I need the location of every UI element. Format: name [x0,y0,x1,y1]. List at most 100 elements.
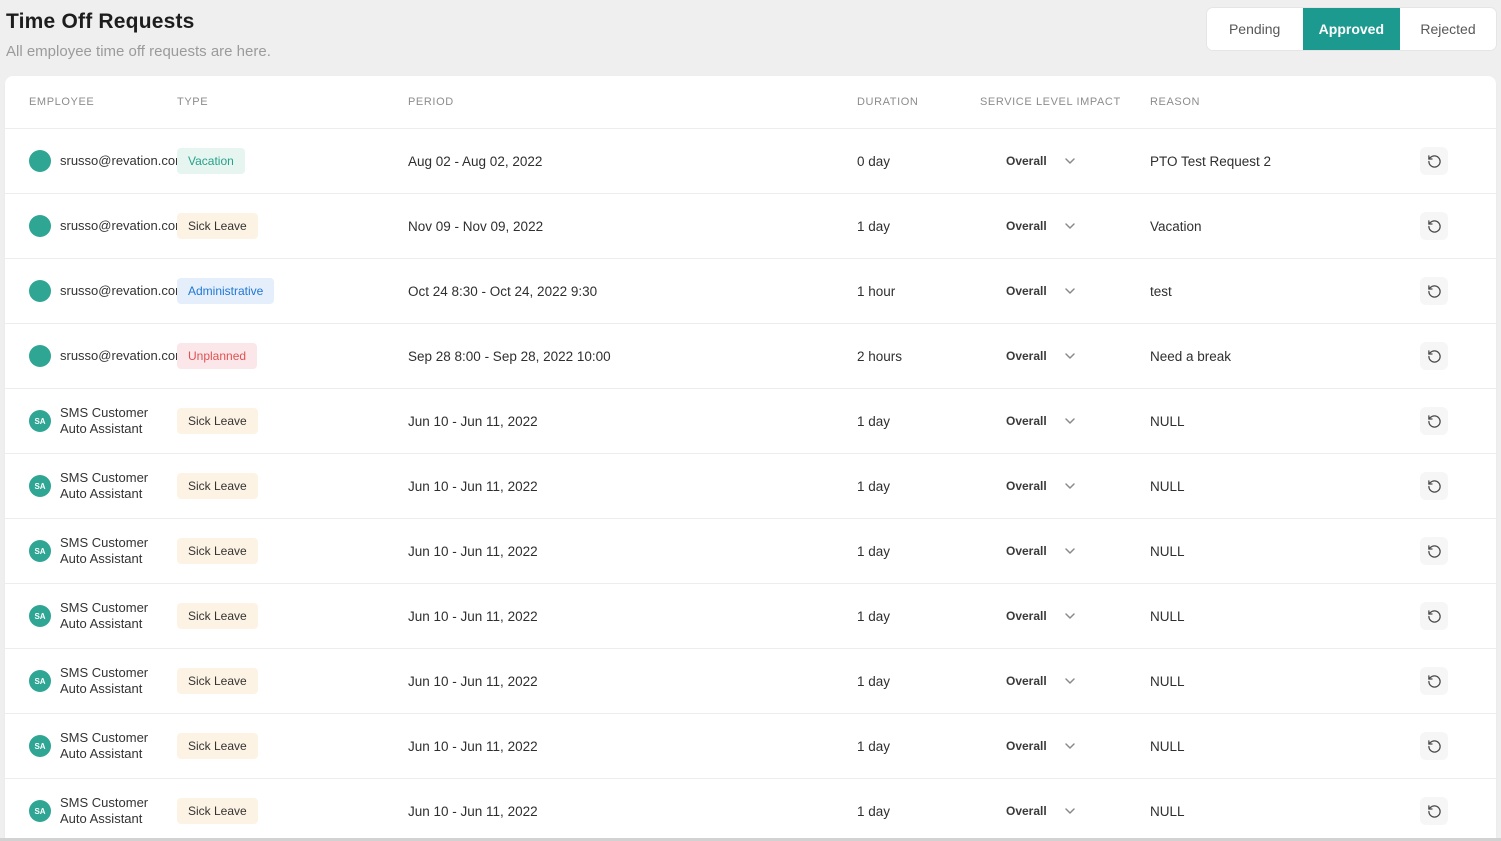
restore-icon [1427,804,1442,819]
action-cell [1410,212,1496,240]
restore-button[interactable] [1420,277,1448,305]
service-level-cell[interactable]: Overall [980,803,1150,819]
service-level-value[interactable]: Overall [1006,609,1047,623]
chevron-down-icon[interactable] [1062,218,1078,234]
restore-button[interactable] [1420,472,1448,500]
service-level-value[interactable]: Overall [1006,804,1047,818]
chevron-down-icon[interactable] [1062,283,1078,299]
service-level-value[interactable]: Overall [1006,284,1047,298]
service-level-value[interactable]: Overall [1006,219,1047,233]
period: Aug 02 - Aug 02, 2022 [408,153,543,169]
table-body: srusso@revation.com Vacation Aug 02 - Au… [5,128,1496,841]
column-header-type: TYPE [177,96,209,108]
tab-pending[interactable]: Pending [1206,8,1303,50]
action-cell [1410,602,1496,630]
chevron-down-icon[interactable] [1062,673,1078,689]
action-cell [1410,407,1496,435]
restore-button[interactable] [1420,667,1448,695]
type-cell: Sick Leave [177,538,408,564]
service-level-cell[interactable]: Overall [980,283,1150,299]
service-level-cell[interactable]: Overall [980,218,1150,234]
service-level-cell[interactable]: Overall [980,348,1150,364]
service-level-value[interactable]: Overall [1006,739,1047,753]
employee-cell: SA SMS Customer Auto Assistant [5,665,177,698]
restore-button[interactable] [1420,537,1448,565]
type-badge: Administrative [177,278,275,304]
tab-approved[interactable]: Approved [1302,8,1400,50]
chevron-down-icon[interactable] [1062,348,1078,364]
chevron-down-icon[interactable] [1062,543,1078,559]
employee-name: SMS Customer Auto Assistant [60,664,149,696]
duration: 1 day [857,543,891,559]
reason: NULL [1150,608,1185,624]
table-header-row: EMPLOYEE TYPE PERIOD DURATION SERVICE LE… [5,76,1496,128]
employee-cell: SA SMS Customer Auto Assistant [5,795,177,828]
avatar [29,280,51,302]
restore-button[interactable] [1420,342,1448,370]
table-row: srusso@revation.com Sick Leave Nov 09 - … [5,193,1496,258]
table-row: SA SMS Customer Auto Assistant Sick Leav… [5,713,1496,778]
type-cell: Sick Leave [177,473,408,499]
column-header-duration: DURATION [857,96,919,108]
chevron-down-icon[interactable] [1062,153,1078,169]
period: Jun 10 - Jun 11, 2022 [408,738,538,754]
table-row: SA SMS Customer Auto Assistant Sick Leav… [5,648,1496,713]
restore-button[interactable] [1420,407,1448,435]
restore-button[interactable] [1420,602,1448,630]
period: Oct 24 8:30 - Oct 24, 2022 9:30 [408,283,598,299]
column-header-service-level-impact: SERVICE LEVEL IMPACT [980,96,1121,108]
service-level-cell[interactable]: Overall [980,413,1150,429]
service-level-value[interactable]: Overall [1006,414,1047,428]
chevron-down-icon[interactable] [1062,608,1078,624]
employee-cell: SA SMS Customer Auto Assistant [5,405,177,438]
avatar [29,215,51,237]
type-cell: Sick Leave [177,668,408,694]
employee-cell: srusso@revation.com [5,215,186,237]
type-cell: Vacation [177,148,408,174]
reason: NULL [1150,543,1185,559]
reason: Need a break [1150,348,1232,364]
duration: 1 day [857,738,891,754]
type-cell: Unplanned [177,343,408,369]
employee-name: SMS Customer Auto Assistant [60,794,149,826]
service-level-value[interactable]: Overall [1006,479,1047,493]
tab-rejected[interactable]: Rejected [1400,8,1496,50]
restore-icon [1427,479,1442,494]
type-badge: Sick Leave [177,538,258,564]
table-row: SA SMS Customer Auto Assistant Sick Leav… [5,778,1496,841]
service-level-value[interactable]: Overall [1006,154,1047,168]
type-badge: Vacation [177,148,245,174]
reason: Vacation [1150,218,1202,234]
duration: 1 day [857,803,891,819]
chevron-down-icon[interactable] [1062,478,1078,494]
type-cell: Sick Leave [177,733,408,759]
chevron-down-icon[interactable] [1062,413,1078,429]
type-cell: Administrative [177,278,408,304]
reason: PTO Test Request 2 [1150,153,1272,169]
type-cell: Sick Leave [177,408,408,434]
restore-icon [1427,154,1442,169]
restore-button[interactable] [1420,732,1448,760]
table-row: srusso@revation.com Vacation Aug 02 - Au… [5,128,1496,193]
time-off-requests-table: EMPLOYEE TYPE PERIOD DURATION SERVICE LE… [5,76,1496,841]
chevron-down-icon[interactable] [1062,803,1078,819]
restore-button[interactable] [1420,147,1448,175]
chevron-down-icon[interactable] [1062,738,1078,754]
avatar: SA [29,800,51,822]
reason: test [1150,283,1172,299]
service-level-value[interactable]: Overall [1006,674,1047,688]
service-level-cell[interactable]: Overall [980,543,1150,559]
service-level-cell[interactable]: Overall [980,738,1150,754]
period: Jun 10 - Jun 11, 2022 [408,413,538,429]
service-level-cell[interactable]: Overall [980,673,1150,689]
service-level-cell[interactable]: Overall [980,608,1150,624]
service-level-cell[interactable]: Overall [980,153,1150,169]
service-level-value[interactable]: Overall [1006,544,1047,558]
restore-button[interactable] [1420,797,1448,825]
type-cell: Sick Leave [177,798,408,824]
restore-button[interactable] [1420,212,1448,240]
service-level-value[interactable]: Overall [1006,349,1047,363]
avatar: SA [29,475,51,497]
employee-cell: srusso@revation.com [5,280,186,302]
service-level-cell[interactable]: Overall [980,478,1150,494]
